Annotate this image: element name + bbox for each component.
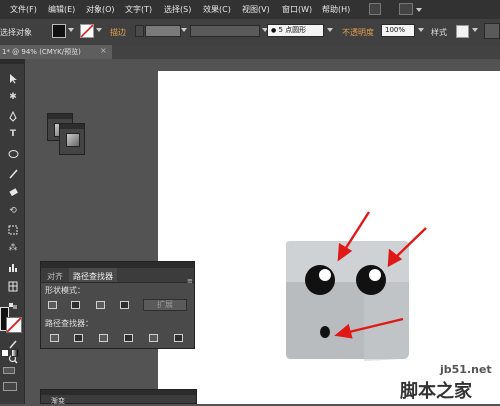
stroke-color[interactable] xyxy=(6,317,22,333)
stroke-weight-field[interactable] xyxy=(145,25,181,37)
eraser-icon[interactable] xyxy=(7,187,19,198)
watermark-text: 脚本之家 xyxy=(400,381,472,402)
document-tab[interactable]: 1* @ 94% (CMYK/预览) × xyxy=(0,45,113,59)
column-graph-icon[interactable] xyxy=(7,262,19,273)
gradient-panel-icon xyxy=(66,133,80,147)
divide-icon[interactable] xyxy=(50,334,59,342)
bridge-icon[interactable] xyxy=(369,3,381,15)
left-eye-highlight xyxy=(319,269,331,281)
chevron-down-icon[interactable] xyxy=(181,28,187,32)
rotate-tool-icon[interactable]: ⟲ xyxy=(7,206,19,217)
brush-dot-icon: ● xyxy=(271,27,277,34)
left-eye xyxy=(305,265,335,295)
menu-object[interactable]: 对象(O) xyxy=(86,4,115,15)
opacity-label[interactable]: 不透明度 xyxy=(342,27,374,38)
selection-status: 选择对象 xyxy=(0,28,32,37)
trim-icon[interactable] xyxy=(74,334,83,342)
free-transform-icon[interactable] xyxy=(7,224,19,235)
chevron-down-icon[interactable] xyxy=(96,28,102,32)
style-label: 样式 xyxy=(431,28,447,37)
expand-button[interactable]: 扩展 xyxy=(143,299,187,311)
color-mode-icon[interactable] xyxy=(1,349,9,357)
unite-icon[interactable] xyxy=(48,301,57,309)
panel-menu-icon[interactable]: ≡ xyxy=(187,277,193,285)
paintbrush-icon[interactable] xyxy=(7,168,19,179)
panel-grip[interactable] xyxy=(41,390,196,395)
menu-bar: 文件(F) 编辑(E) 对象(O) 文字(T) 选择(S) 效果(C) 视图(V… xyxy=(0,0,500,19)
tab-align[interactable]: 对齐 xyxy=(47,271,63,282)
watermark-url: jb51.net xyxy=(440,363,492,376)
ellipse-tool-icon[interactable] xyxy=(7,149,19,160)
selection-tool-icon[interactable] xyxy=(7,73,19,84)
tab-pathfinder[interactable]: 路径查找器 xyxy=(73,271,113,282)
tab-strip xyxy=(112,45,500,59)
menu-file[interactable]: 文件(F) xyxy=(10,4,37,15)
arrange-documents-icon[interactable] xyxy=(399,3,413,15)
panel-grip[interactable] xyxy=(0,59,24,64)
menu-window[interactable]: 窗口(W) xyxy=(282,4,312,15)
type-tool-icon[interactable] xyxy=(7,110,19,121)
menu-view[interactable]: 视图(V) xyxy=(242,4,270,15)
brush-definition[interactable]: ● 5 点圆形 xyxy=(267,24,324,37)
no-stroke-icon xyxy=(81,25,93,37)
collapsed-panel-2[interactable] xyxy=(59,123,85,155)
exclude-icon[interactable] xyxy=(120,301,129,309)
right-eye-highlight xyxy=(369,269,381,281)
screen-mode-icon[interactable] xyxy=(3,382,17,391)
menu-type[interactable]: 文字(T) xyxy=(125,4,152,15)
no-stroke-icon xyxy=(7,318,21,332)
right-eye xyxy=(356,265,386,295)
chevron-down-icon[interactable] xyxy=(68,28,74,32)
menu-select[interactable]: 选择(S) xyxy=(164,4,191,15)
drawing-mode-icon[interactable] xyxy=(3,367,15,374)
document-setup-button[interactable] xyxy=(484,23,500,39)
chevron-down-icon[interactable] xyxy=(327,28,333,32)
chevron-down-icon[interactable] xyxy=(472,28,478,32)
intersect-icon[interactable] xyxy=(96,301,105,309)
outline-icon[interactable] xyxy=(149,334,158,342)
crop-icon[interactable] xyxy=(124,334,133,342)
document-tab-title: 1* @ 94% (CMYK/预览) xyxy=(2,48,81,56)
close-icon[interactable]: × xyxy=(100,46,107,55)
stroke-swatch[interactable] xyxy=(80,24,94,38)
panel-tabs: 对齐 路径查找器 ≡ xyxy=(41,268,194,285)
control-bar: 选择对象 描边 ● 5 点圆形 不透明度 100% 样式 xyxy=(0,19,500,46)
merge-icon[interactable] xyxy=(99,334,108,342)
minus-back-icon[interactable] xyxy=(174,334,183,342)
shape-modes-label: 形状模式： xyxy=(45,286,85,295)
menu-edit[interactable]: 编辑(E) xyxy=(48,4,75,15)
pathfinders-label: 路径查找器： xyxy=(45,319,93,328)
symbol-sprayer-icon[interactable]: ⁂ xyxy=(7,243,19,254)
pathfinder-panel: 对齐 路径查找器 ≡ 形状模式： 扩展 路径查找器： xyxy=(40,261,195,349)
gradient-panel-title[interactable]: 渐变 xyxy=(51,396,65,406)
menu-help[interactable]: 帮助(H) xyxy=(322,4,350,15)
artwork xyxy=(285,211,427,361)
variable-width-profile[interactable] xyxy=(190,25,260,37)
minus-front-icon[interactable] xyxy=(71,301,80,309)
eyedropper-icon[interactable] xyxy=(7,338,19,349)
style-swatch[interactable] xyxy=(456,25,469,38)
mesh-tool-icon[interactable] xyxy=(7,281,19,292)
opacity-field[interactable]: 100% xyxy=(381,24,415,37)
magic-wand-icon[interactable]: ✱ xyxy=(7,92,19,103)
chevron-down-icon[interactable] xyxy=(416,8,422,12)
chevron-down-icon[interactable] xyxy=(418,28,424,32)
fill-swatch[interactable] xyxy=(52,24,66,38)
stroke-label[interactable]: 描边 xyxy=(110,27,126,38)
menu-effect[interactable]: 效果(C) xyxy=(203,4,231,15)
type-tool-icon[interactable]: T xyxy=(7,129,19,140)
artboard[interactable] xyxy=(158,71,500,404)
mouth xyxy=(320,326,330,338)
tools-panel: ✱ T ⟲ ⁂ xyxy=(0,59,25,404)
gradient-mode-icon[interactable] xyxy=(11,349,19,357)
stroke-weight-stepper[interactable] xyxy=(135,25,144,37)
gradient-panel: 渐变 xyxy=(40,389,197,406)
